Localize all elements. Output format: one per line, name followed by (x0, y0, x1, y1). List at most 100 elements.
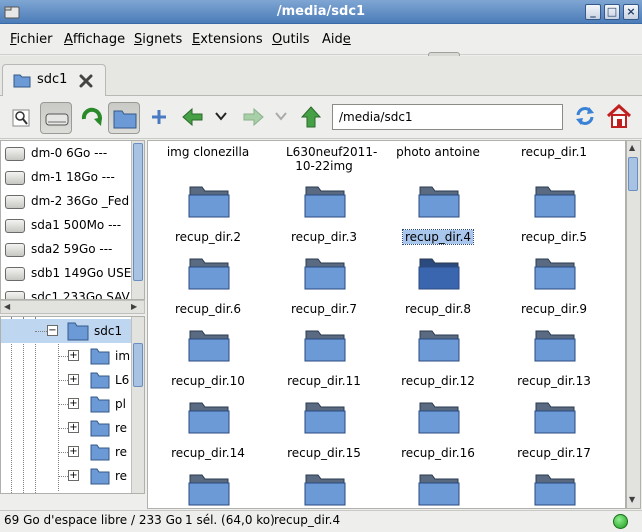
hard-drive-icon (5, 267, 25, 281)
current-item-text: recup_dir.4 (274, 513, 341, 527)
search-button[interactable] (6, 102, 36, 134)
folder-label: recup_dir.6 (174, 302, 242, 316)
folder-icon (418, 399, 460, 435)
status-led-icon (613, 514, 628, 529)
hard-drive-icon (5, 147, 25, 161)
menu-signets[interactable]: Signets (134, 32, 182, 47)
tab-label: sdc1 (37, 72, 68, 87)
folder-icon (304, 327, 346, 363)
tree-node-label: re (115, 421, 128, 435)
hard-drive-icon (5, 171, 25, 185)
folder-label: recup_dir.13 (517, 374, 591, 388)
devices-scrollbar[interactable] (131, 141, 144, 299)
expand-icon[interactable]: + (68, 470, 79, 481)
scrollbar-thumb[interactable] (133, 343, 143, 387)
scroll-up-icon[interactable]: ▲ (629, 143, 635, 152)
tree-node-label: L6 (115, 373, 130, 387)
expand-icon[interactable]: + (68, 398, 79, 409)
tree-node[interactable]: + im (1, 344, 133, 368)
scrollbar-thumb[interactable] (628, 157, 638, 191)
folder-icon (304, 255, 346, 291)
folder-icon (90, 396, 110, 413)
folder-icon (304, 399, 346, 435)
devices-toggle-button[interactable] (40, 102, 72, 134)
refresh-tree-button[interactable] (76, 102, 108, 134)
close-tab-icon[interactable] (79, 74, 93, 88)
folder-icon (188, 183, 230, 219)
expand-icon[interactable]: + (68, 446, 79, 457)
reload-icon[interactable] (574, 105, 596, 127)
chevron-down-icon[interactable] (275, 111, 287, 121)
back-arrow-icon[interactable] (182, 108, 204, 126)
folder-label: recup_dir.17 (517, 446, 591, 460)
folder-label: recup_dir.14 (171, 446, 245, 460)
folder-icon (90, 372, 110, 389)
tree-node[interactable]: + pl (1, 392, 133, 416)
expand-icon[interactable]: + (68, 374, 79, 385)
file-view-scrollbar[interactable]: ▲ ▼ (626, 140, 641, 509)
tab-bar: sdc1 (0, 56, 642, 96)
tree-node[interactable]: + re (1, 440, 133, 464)
devices-hscrollbar[interactable]: ◀ ▶ (0, 300, 145, 314)
expand-icon[interactable]: + (68, 422, 79, 433)
tree-node-label: pl (115, 397, 126, 411)
tree-scrollbar[interactable] (131, 317, 144, 493)
tree-node-label: im (115, 349, 131, 363)
minimize-button[interactable]: _ (585, 4, 601, 20)
folder-icon (304, 471, 346, 507)
folder-label: recup_dir.4 (401, 229, 475, 245)
tree-guide-line (58, 380, 68, 381)
folder-label: recup_dir.16 (401, 446, 475, 460)
folder-icon (188, 399, 230, 435)
folder-tree-pane: − sdc1 + im + L6 + pl + re + re + re (0, 316, 145, 494)
folder-icon (418, 471, 460, 507)
folder-icon (67, 322, 89, 341)
tree-toggle-button[interactable] (108, 102, 140, 134)
forward-arrow-icon[interactable] (242, 108, 264, 126)
devices-pane: dm-0 6Go --- dm-1 18Go --- dm-2 36Go _Fe… (0, 140, 145, 300)
folder-label: recup_dir.10 (171, 374, 245, 388)
folder-label: recup_dir.7 (290, 302, 358, 316)
location-input[interactable]: /media/sdc1 (332, 104, 563, 130)
up-arrow-icon[interactable] (301, 106, 321, 128)
title-bar[interactable]: /media/sdc1 _ □ × (0, 0, 642, 24)
menu-extensions[interactable]: Extensions (192, 32, 263, 47)
chevron-down-icon[interactable] (215, 111, 227, 121)
scroll-right-icon[interactable]: ▶ (131, 302, 137, 311)
new-tab-plus-icon[interactable] (150, 108, 168, 126)
folder-icon (90, 444, 110, 461)
scrollbar-thumb[interactable] (133, 143, 143, 281)
folder-icon (418, 183, 460, 219)
folder-label: recup_dir.5 (520, 230, 588, 244)
menu-aide[interactable]: Aide (322, 32, 351, 47)
folder-label: recup_dir.8 (404, 302, 472, 316)
tree-node-root[interactable]: − sdc1 (1, 319, 133, 343)
close-button[interactable]: × (623, 4, 639, 20)
tree-guide-line (58, 428, 68, 429)
menu-outils[interactable]: Outils (272, 32, 310, 47)
menu-affichage[interactable]: Affichage (64, 32, 125, 47)
window-title: /media/sdc1 (276, 4, 366, 19)
menu-fichier[interactable]: Fichier (10, 32, 53, 47)
tree-node[interactable]: + re (1, 464, 133, 488)
green-arrow-refresh-icon (81, 107, 102, 126)
tree-node[interactable]: + L6 (1, 368, 133, 392)
tree-guide-line (58, 404, 68, 405)
tree-guide-line (58, 356, 68, 357)
folder-icon (188, 255, 230, 291)
home-icon[interactable] (606, 104, 632, 128)
folder-icon (304, 183, 346, 219)
folder-label: recup_dir.9 (520, 302, 588, 316)
tree-guide-line (58, 476, 68, 477)
folder-icon (418, 327, 460, 363)
scroll-left-icon[interactable]: ◀ (4, 302, 10, 311)
folder-label: recup_dir.12 (401, 374, 475, 388)
folder-icon (188, 471, 230, 507)
maximize-button[interactable]: □ (604, 4, 620, 20)
tree-node[interactable]: + re (1, 416, 133, 440)
scroll-down-icon[interactable]: ▼ (629, 495, 635, 504)
expand-icon[interactable]: + (68, 350, 79, 361)
tab-sdc1[interactable]: sdc1 (2, 64, 106, 96)
collapse-icon[interactable]: − (47, 325, 58, 336)
folder-icon (90, 468, 110, 485)
